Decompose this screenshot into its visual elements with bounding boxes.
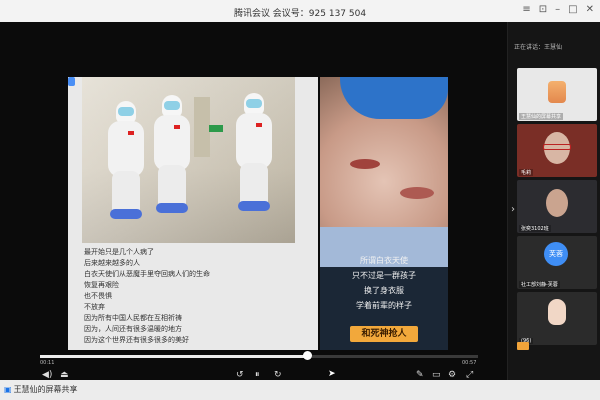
slide-text-line: 最开始只是几个人病了 [84, 248, 154, 256]
glasses-shape [543, 144, 571, 150]
slide-text-line: 因为这个世界还有很多很多的美好 [84, 336, 189, 344]
avatar [548, 299, 566, 325]
minimize-icon[interactable]: – [555, 4, 560, 15]
slide-text-line: 也不畏惧 [84, 292, 112, 300]
screen-share-indicator-icon [68, 77, 75, 86]
participant-name: 毛莉 [519, 169, 534, 176]
slide-text-line: 因为所有中国人民都在互相祈祷 [84, 314, 182, 322]
participant-tile[interactable]: 毛莉 [517, 124, 597, 177]
settings-icon[interactable]: ⚙ [448, 370, 456, 380]
avatar [546, 189, 568, 217]
slide-text-line: 后来越来越多的人 [84, 259, 140, 267]
avatar [548, 81, 566, 103]
pause-icon[interactable]: ⏸ [255, 370, 260, 380]
medical-worker-figure [232, 93, 276, 213]
volume-icon[interactable]: ◀) [42, 370, 52, 380]
rewind-icon[interactable]: ↺ [236, 370, 244, 380]
poem-line: 学着前辈的样子 [356, 301, 412, 310]
participant-tile[interactable]: 王慧仙的屏幕共享 [517, 68, 597, 121]
shared-screen-area: 最开始只是几个人病了 后来越来越多的人 白衣天使们从恶魔手里夺回病人们的生命 恢… [0, 22, 507, 380]
mouse-cursor-icon: ➤ [328, 369, 336, 379]
slide-text-line: 不放弃 [84, 303, 105, 311]
poem-line: 换了身衣服 [364, 286, 404, 295]
meeting-title: 腾讯会议 会议号：925 137 504 [233, 9, 367, 19]
medical-worker-figure [150, 95, 194, 215]
mic-status-icon [517, 342, 529, 350]
medical-workers-photo [82, 77, 295, 243]
share-text: 王慧仙的屏幕共享 [13, 385, 78, 394]
title-bar: 腾讯会议 会议号：925 137 504 ≡ ⊡ – □ ✕ [0, 0, 600, 22]
poem-text: 所谓白衣天使 只不过是一群孩子 换了身衣服 学着前辈的样子 [320, 253, 448, 313]
slogan-banner: 和死神抢人 [350, 326, 418, 342]
forward-icon[interactable]: ↻ [274, 370, 282, 380]
slide-text-line: 因为，人间还有很多温暖的地方 [84, 325, 182, 333]
screen-share-label[interactable]: ▣ 王慧仙的屏幕共享 [4, 384, 78, 395]
participant-name: 张奕3102班 [519, 225, 551, 232]
medical-worker-figure [104, 101, 148, 221]
presentation-slide: 最开始只是几个人病了 后来越来越多的人 白衣天使们从恶魔手里夺回病人们的生命 恢… [68, 77, 448, 350]
participant-panel: 正在讲话：王慧仙 王慧仙的屏幕共享 毛莉 张奕3102班 芙蓉 社工部刘静-芙蓉… [507, 22, 600, 380]
exit-sign [209, 125, 223, 132]
participant-name: 王慧仙的屏幕共享 [519, 113, 564, 120]
participant-tile[interactable]: 张奕3102班 [517, 180, 597, 233]
poem-line: 所谓白衣天使 [360, 256, 408, 265]
nurse-portrait-panel: 所谓白衣天使 只不过是一群孩子 换了身衣服 学着前辈的样子 和死神抢人 [320, 77, 448, 350]
progress-fill [40, 355, 308, 358]
participant-name: 社工部刘静-芙蓉 [519, 281, 560, 288]
maximize-icon[interactable]: □ [568, 4, 577, 15]
time-total: 00:57 [462, 360, 477, 366]
pen-icon[interactable]: ✎ [416, 370, 424, 380]
bottom-bar: ▣ 王慧仙的屏幕共享 [0, 380, 600, 400]
avatar: 芙蓉 [544, 242, 568, 266]
chevron-right-icon[interactable]: › [511, 204, 515, 215]
menu-icon[interactable]: ≡ [522, 4, 530, 15]
slide-left-panel: 最开始只是几个人病了 后来越来越多的人 白衣天使们从恶魔手里夺回病人们的生命 恢… [68, 77, 318, 350]
caption-icon[interactable]: ▭ [432, 370, 441, 380]
window-controls: ≡ ⊡ – □ ✕ [522, 4, 594, 15]
close-icon[interactable]: ✕ [586, 4, 594, 15]
slide-text-line: 白衣天使们从恶魔手里夺回病人们的生命 [84, 270, 210, 278]
fullscreen-icon[interactable]: ⤢ [466, 370, 473, 380]
participant-tile[interactable]: 芙蓉 社工部刘静-芙蓉 [517, 236, 597, 289]
screen-share-icon: ▣ [4, 385, 12, 394]
slide-text-line: 恢复再艰险 [84, 281, 119, 289]
participant-tile[interactable]: (96) [517, 292, 597, 345]
nurse-portrait-photo [320, 77, 448, 267]
speed-icon[interactable]: ⏏ [60, 370, 69, 380]
pin-icon[interactable]: ⊡ [539, 4, 547, 15]
time-elapsed: 00:11 [40, 360, 55, 366]
slide-text-block: 最开始只是几个人病了 后来越来越多的人 白衣天使们从恶魔手里夺回病人们的生命 恢… [84, 247, 314, 346]
video-progress-bar[interactable] [40, 351, 478, 360]
door-shape [194, 97, 210, 157]
now-speaking-label: 正在讲话：王慧仙 [514, 44, 563, 51]
poem-line: 只不过是一群孩子 [352, 271, 416, 280]
